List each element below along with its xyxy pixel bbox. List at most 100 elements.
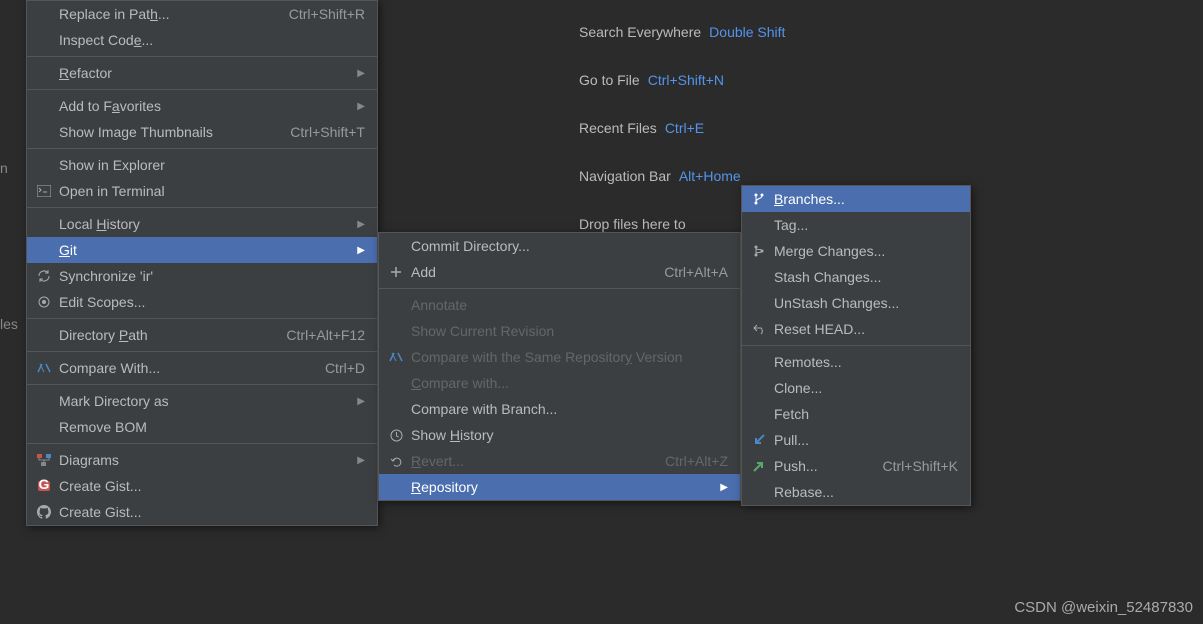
menu-item[interactable]: Annotate [379, 292, 740, 318]
hint-shortcut: Ctrl+E [665, 120, 704, 136]
blank-icon [750, 269, 768, 285]
menu-item[interactable]: Revert...Ctrl+Alt+Z [379, 448, 740, 474]
menu-item-label: Pull... [774, 432, 958, 448]
menu-item[interactable]: Edit Scopes... [27, 289, 377, 315]
menu-item[interactable]: Commit Directory... [379, 233, 740, 259]
menu-shortcut: Ctrl+Shift+T [290, 124, 365, 140]
menu-item-label: Inspect Code... [59, 32, 365, 48]
menu-item[interactable]: Diagrams ▶ [27, 447, 377, 473]
menu-item-label: Tag... [774, 217, 958, 233]
submenu-arrow-icon: ▶ [720, 482, 728, 493]
menu-item-label: Compare With... [59, 360, 305, 376]
blank-icon [750, 295, 768, 311]
blank-icon [387, 297, 405, 313]
menu-item[interactable]: Remotes... [742, 349, 970, 375]
diagram-icon [35, 452, 53, 468]
menu-shortcut: Ctrl+Alt+F12 [286, 327, 365, 343]
hint-label: Drop files here to [579, 216, 686, 232]
menu-item-label: Create Gist... [59, 478, 365, 494]
menu-item-label: Show History [411, 427, 728, 443]
menu-item[interactable]: Inspect Code... [27, 27, 377, 53]
submenu-arrow-icon: ▶ [357, 455, 365, 466]
menu-item[interactable]: Remove BOM [27, 414, 377, 440]
menu-item-label: UnStash Changes... [774, 295, 958, 311]
menu-item[interactable]: AddCtrl+Alt+A [379, 259, 740, 285]
menu-item[interactable]: Compare With...Ctrl+D [27, 355, 377, 381]
menu-item[interactable]: Show Current Revision [379, 318, 740, 344]
blank-icon [387, 323, 405, 339]
menu-item[interactable]: Merge Changes... [742, 238, 970, 264]
blank-icon [750, 484, 768, 500]
blank-icon [35, 419, 53, 435]
menu-separator [27, 148, 377, 149]
menu-item[interactable]: Show History [379, 422, 740, 448]
menu-item[interactable]: Stash Changes... [742, 264, 970, 290]
menu-item[interactable]: Git▶ [27, 237, 377, 263]
menu-item[interactable]: Show Image ThumbnailsCtrl+Shift+T [27, 119, 377, 145]
menu-item-label: Merge Changes... [774, 243, 958, 259]
submenu-arrow-icon: ▶ [357, 68, 365, 79]
menu-item-label: Open in Terminal [59, 183, 365, 199]
sync-icon [35, 268, 53, 284]
menu-item[interactable]: Repository▶ [379, 474, 740, 500]
hint-label: Go to File [579, 72, 640, 88]
blank-icon [35, 327, 53, 343]
blank-icon [750, 380, 768, 396]
pull-icon [750, 432, 768, 448]
blank-icon [35, 124, 53, 140]
gist-red-icon: G [35, 478, 53, 494]
hint-label: Navigation Bar [579, 168, 671, 184]
menu-item[interactable]: Compare with the Same Repository Version [379, 344, 740, 370]
menu-item-label: Compare with Branch... [411, 401, 728, 417]
compare-icon [35, 360, 53, 376]
hint-shortcut: Double Shift [709, 24, 785, 40]
svg-text:G: G [39, 479, 50, 492]
menu-item[interactable]: Show in Explorer [27, 152, 377, 178]
menu-item-label: Create Gist... [59, 504, 365, 520]
menu-item-label: Local History [59, 216, 337, 232]
menu-item-label: Annotate [411, 297, 728, 313]
blank-icon [387, 238, 405, 254]
menu-item[interactable]: Push...Ctrl+Shift+K [742, 453, 970, 479]
menu-item[interactable]: Refactor▶ [27, 60, 377, 86]
truncated-text: n [0, 160, 18, 176]
menu-item[interactable]: Fetch [742, 401, 970, 427]
blank-icon [35, 98, 53, 114]
reset-icon [750, 321, 768, 337]
menu-shortcut: Ctrl+Alt+A [664, 264, 728, 280]
menu-item[interactable]: Synchronize 'ir' [27, 263, 377, 289]
menu-item-label: Compare with... [411, 375, 728, 391]
menu-item-label: Branches... [774, 191, 958, 207]
context-menu: Replace in Path...Ctrl+Shift+R Inspect Co… [26, 0, 378, 526]
menu-item-label: Synchronize 'ir' [59, 268, 365, 284]
blank-icon [387, 375, 405, 391]
git-submenu: Commit Directory...AddCtrl+Alt+A Annotate… [378, 232, 741, 501]
menu-item-label: Stash Changes... [774, 269, 958, 285]
menu-item[interactable]: Create Gist... [27, 499, 377, 525]
menu-item[interactable]: Clone... [742, 375, 970, 401]
menu-item[interactable]: Rebase... [742, 479, 970, 505]
menu-item[interactable]: Compare with... [379, 370, 740, 396]
menu-item[interactable]: G Create Gist... [27, 473, 377, 499]
menu-item-label: Show Current Revision [411, 323, 728, 339]
menu-item[interactable]: Branches... [742, 186, 970, 212]
menu-item[interactable]: Add to Favorites▶ [27, 93, 377, 119]
menu-item[interactable]: Mark Directory as▶ [27, 388, 377, 414]
menu-shortcut: Ctrl+Shift+K [883, 458, 958, 474]
menu-item-label: Edit Scopes... [59, 294, 365, 310]
menu-item[interactable]: Local History▶ [27, 211, 377, 237]
menu-item[interactable]: Replace in Path...Ctrl+Shift+R [27, 1, 377, 27]
submenu-arrow-icon: ▶ [357, 245, 365, 256]
menu-item[interactable]: Pull... [742, 427, 970, 453]
menu-item[interactable]: UnStash Changes... [742, 290, 970, 316]
menu-item[interactable]: Tag... [742, 212, 970, 238]
blank-icon [750, 217, 768, 233]
blank-icon [35, 157, 53, 173]
menu-item[interactable]: Compare with Branch... [379, 396, 740, 422]
menu-item-label: Clone... [774, 380, 958, 396]
blank-icon [35, 393, 53, 409]
menu-item[interactable]: Open in Terminal [27, 178, 377, 204]
menu-item[interactable]: Reset HEAD... [742, 316, 970, 342]
menu-item[interactable]: Directory PathCtrl+Alt+F12 [27, 322, 377, 348]
menu-item-label: Diagrams [59, 452, 337, 468]
